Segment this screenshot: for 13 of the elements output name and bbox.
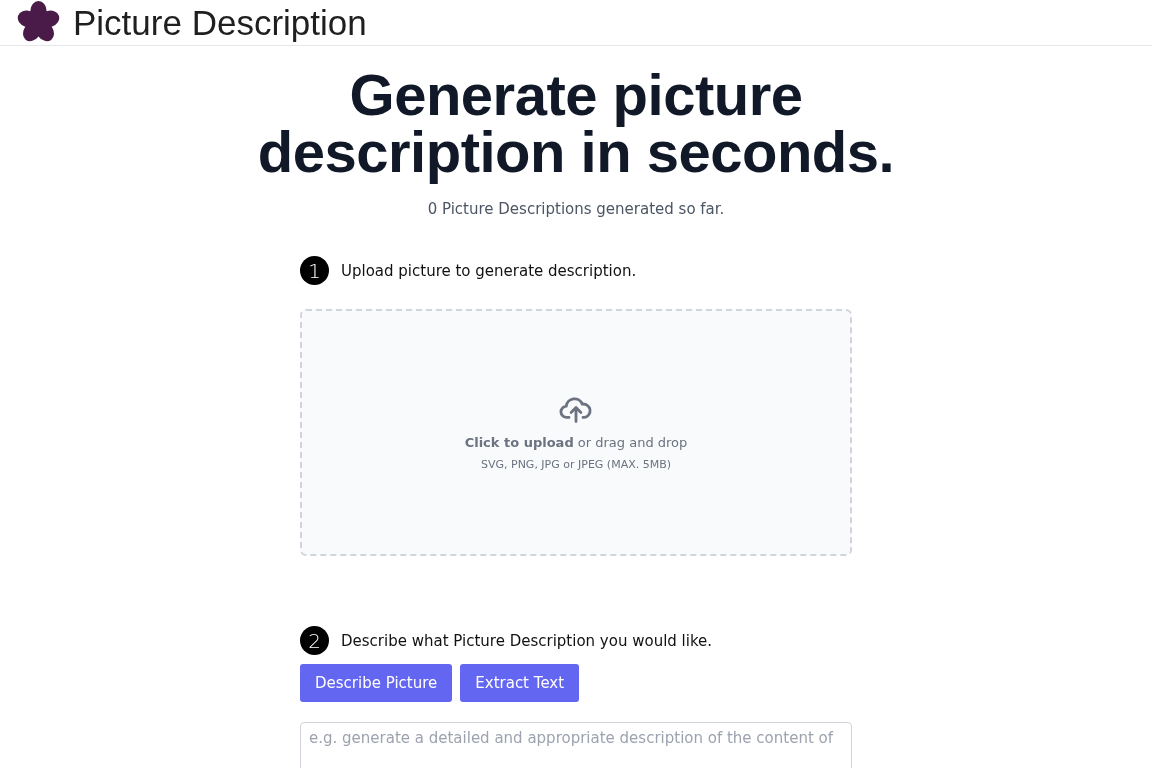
upload-instructions: Click to upload or drag and drop [464,434,688,450]
mode-button[interactable]: Extract Text [460,664,580,702]
step-number: 2 [300,626,329,655]
app-title: Picture Description [73,2,367,43]
step-number: 1 [300,256,329,285]
mode-button[interactable]: Describe Picture [300,664,453,702]
generated-counter: 0 Picture Descriptions generated so far. [427,200,725,218]
upload-dropzone[interactable]: Click to upload or drag and drop SVG, PNG, JPG or JPEG (MAX. 5MB) [300,309,852,556]
step-label: Describe what Picture Description you would like. [341,631,713,650]
file-formats-hint: SVG, PNG, JPG or JPEG (MAX. 5MB) [480,457,672,471]
step-label: Upload picture to generate description. [341,261,637,280]
prompt-field[interactable]: e.g. generate a detailed and appropriate description of the content of [300,722,852,768]
cloud-upload-icon [559,394,593,423]
